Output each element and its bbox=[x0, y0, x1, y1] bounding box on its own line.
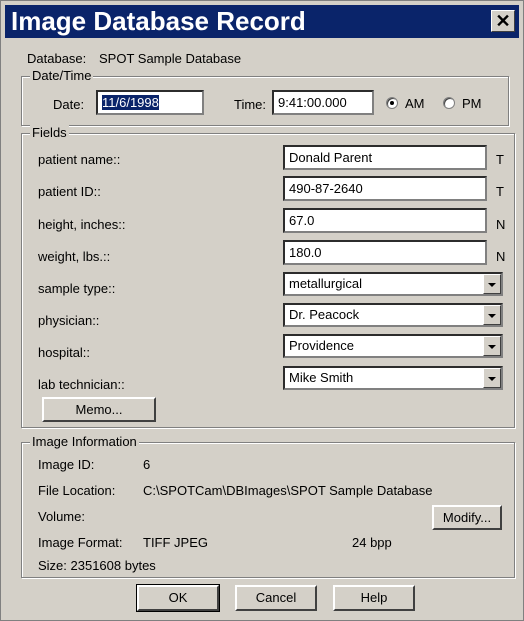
database-label: Database: bbox=[27, 51, 87, 66]
chevron-down-icon[interactable] bbox=[483, 274, 501, 294]
image-info-legend: Image Information bbox=[30, 434, 139, 450]
chevron-down-icon[interactable] bbox=[483, 305, 501, 325]
volume-label: Volume: bbox=[38, 509, 85, 524]
patient-id-label: patient ID:: bbox=[38, 184, 101, 199]
height-type: N bbox=[496, 217, 506, 232]
image-size: Size: 2351608 bytes bbox=[38, 558, 156, 573]
datetime-group: Date/Time Date: 11/6/1998 Time: 9:41:00.… bbox=[21, 68, 509, 126]
lab-technician-label: lab technician:: bbox=[38, 377, 125, 392]
physician-label: physician:: bbox=[38, 313, 100, 328]
weight-label: weight, lbs.:: bbox=[38, 249, 111, 264]
title-bar[interactable]: Image Database Record ✕ bbox=[5, 5, 519, 38]
datetime-legend: Date/Time bbox=[30, 68, 94, 84]
physician-value: Dr. Peacock bbox=[289, 307, 360, 322]
weight-value: 180.0 bbox=[289, 245, 322, 260]
pm-label[interactable]: PM bbox=[462, 96, 482, 111]
patient-name-label: patient name:: bbox=[38, 152, 121, 167]
bits-per-pixel: 24 bpp bbox=[352, 535, 392, 550]
image-database-record-dialog: Image Database Record ✕ Database: SPOT S… bbox=[0, 0, 524, 621]
date-label: Date: bbox=[53, 97, 85, 112]
physician-select[interactable]: Dr. Peacock bbox=[283, 303, 503, 327]
patient-name-type: T bbox=[496, 152, 504, 167]
hospital-label: hospital:: bbox=[38, 345, 91, 360]
close-icon: ✕ bbox=[495, 11, 511, 31]
image-format-value: TIFF JPEG bbox=[143, 535, 208, 550]
weight-input[interactable]: 180.0 bbox=[283, 240, 487, 265]
image-id-value: 6 bbox=[143, 457, 151, 472]
chevron-down-icon[interactable] bbox=[483, 336, 501, 356]
hospital-select[interactable]: Providence bbox=[283, 334, 503, 358]
time-value: 9:41:00.000 bbox=[278, 95, 347, 110]
patient-name-input[interactable]: Donald Parent bbox=[283, 145, 487, 170]
time-label: Time: bbox=[234, 97, 267, 112]
am-label[interactable]: AM bbox=[405, 96, 425, 111]
window-title: Image Database Record bbox=[11, 6, 306, 36]
fields-legend: Fields bbox=[30, 125, 69, 141]
help-button[interactable]: Help bbox=[333, 585, 415, 611]
am-radio[interactable] bbox=[386, 97, 398, 109]
image-format-label: Image Format: bbox=[38, 535, 123, 550]
cancel-button[interactable]: Cancel bbox=[235, 585, 317, 611]
lab-technician-select[interactable]: Mike Smith bbox=[283, 366, 503, 390]
close-button[interactable]: ✕ bbox=[491, 10, 515, 32]
modify-button[interactable]: Modify... bbox=[432, 505, 502, 530]
height-input[interactable]: 67.0 bbox=[283, 208, 487, 233]
patient-id-value: 490-87-2640 bbox=[289, 181, 363, 196]
pm-radio[interactable] bbox=[443, 97, 455, 109]
file-location-value: C:\SPOTCam\DBImages\SPOT Sample Database bbox=[143, 483, 433, 498]
image-info-group: Image Information Image ID: 6 File Locat… bbox=[21, 434, 515, 578]
chevron-down-icon[interactable] bbox=[483, 368, 501, 388]
database-name: SPOT Sample Database bbox=[99, 51, 242, 66]
image-id-label: Image ID: bbox=[38, 457, 95, 472]
sample-type-value: metallurgical bbox=[289, 276, 362, 291]
weight-type: N bbox=[496, 249, 506, 264]
height-label: height, inches:: bbox=[38, 217, 126, 232]
lab-technician-value: Mike Smith bbox=[289, 370, 354, 385]
height-value: 67.0 bbox=[289, 213, 315, 228]
time-input[interactable]: 9:41:00.000 bbox=[272, 90, 374, 115]
date-input[interactable]: 11/6/1998 bbox=[96, 90, 204, 115]
sample-type-label: sample type:: bbox=[38, 281, 116, 296]
ok-button[interactable]: OK bbox=[136, 584, 220, 612]
memo-button[interactable]: Memo... bbox=[42, 397, 156, 422]
patient-id-input[interactable]: 490-87-2640 bbox=[283, 176, 487, 201]
patient-id-type: T bbox=[496, 184, 504, 199]
patient-name-value: Donald Parent bbox=[289, 150, 373, 165]
file-location-label: File Location: bbox=[38, 483, 116, 498]
hospital-value: Providence bbox=[289, 338, 355, 353]
sample-type-select[interactable]: metallurgical bbox=[283, 272, 503, 296]
date-value: 11/6/1998 bbox=[102, 95, 159, 110]
fields-group: Fields patient name:: Donald Parent T pa… bbox=[21, 125, 515, 428]
